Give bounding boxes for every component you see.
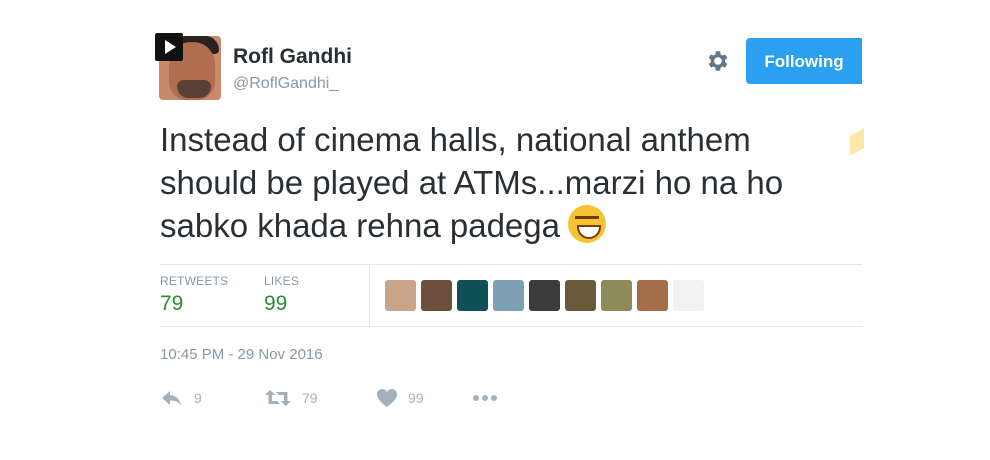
liker-avatar[interactable] <box>673 280 704 311</box>
likes-count[interactable]: 99 <box>264 292 287 316</box>
retweets-label: RETWEETS <box>160 274 229 288</box>
reply-action[interactable]: 9 <box>160 388 264 408</box>
liker-avatar[interactable] <box>421 280 452 311</box>
liker-avatars <box>385 280 704 311</box>
avatar-beard <box>177 80 211 98</box>
liker-avatar[interactable] <box>493 280 524 311</box>
divider-top <box>160 264 862 265</box>
tweet-actions: 9 79 99 <box>160 386 498 410</box>
like-count: 99 <box>408 390 424 406</box>
liker-avatar[interactable] <box>565 280 596 311</box>
tweet-text-line: should be played at ATMs...marzi ho na h… <box>160 164 784 201</box>
retweet-icon <box>264 388 292 408</box>
tweet-text-line-content: sabko khada rehna padega <box>160 207 560 244</box>
stats-separator <box>369 265 370 326</box>
retweets-count[interactable]: 79 <box>160 292 183 316</box>
tweet-text-line: sabko khada rehna padega <box>160 204 850 247</box>
retweet-action[interactable]: 79 <box>264 388 376 408</box>
user-handle[interactable]: @RoflGandhi_ <box>233 75 338 93</box>
heart-icon <box>376 388 398 408</box>
liker-avatar[interactable] <box>385 280 416 311</box>
divider-bottom <box>160 326 862 327</box>
reply-icon <box>160 388 184 408</box>
tweet-text-line: Instead of cinema halls, national anthem <box>160 121 751 158</box>
side-decoration <box>850 127 864 157</box>
likes-label: LIKES <box>264 274 300 288</box>
display-name[interactable]: Rofl Gandhi <box>233 45 352 69</box>
more-icon <box>472 394 498 402</box>
liker-avatar[interactable] <box>637 280 668 311</box>
liker-avatar[interactable] <box>529 280 560 311</box>
timestamp[interactable]: 10:45 PM - 29 Nov 2016 <box>160 346 323 363</box>
laughing-cat-emoji-icon <box>568 205 606 243</box>
tweet-text: Instead of cinema halls, national anthem… <box>160 118 850 247</box>
liker-avatar[interactable] <box>601 280 632 311</box>
play-icon[interactable] <box>155 33 183 61</box>
following-button[interactable]: Following <box>746 38 862 84</box>
reply-count: 9 <box>194 390 202 406</box>
more-action[interactable] <box>472 394 498 402</box>
like-action[interactable]: 99 <box>376 388 472 408</box>
liker-avatar[interactable] <box>457 280 488 311</box>
retweet-count: 79 <box>302 390 318 406</box>
gear-icon[interactable] <box>704 48 730 74</box>
